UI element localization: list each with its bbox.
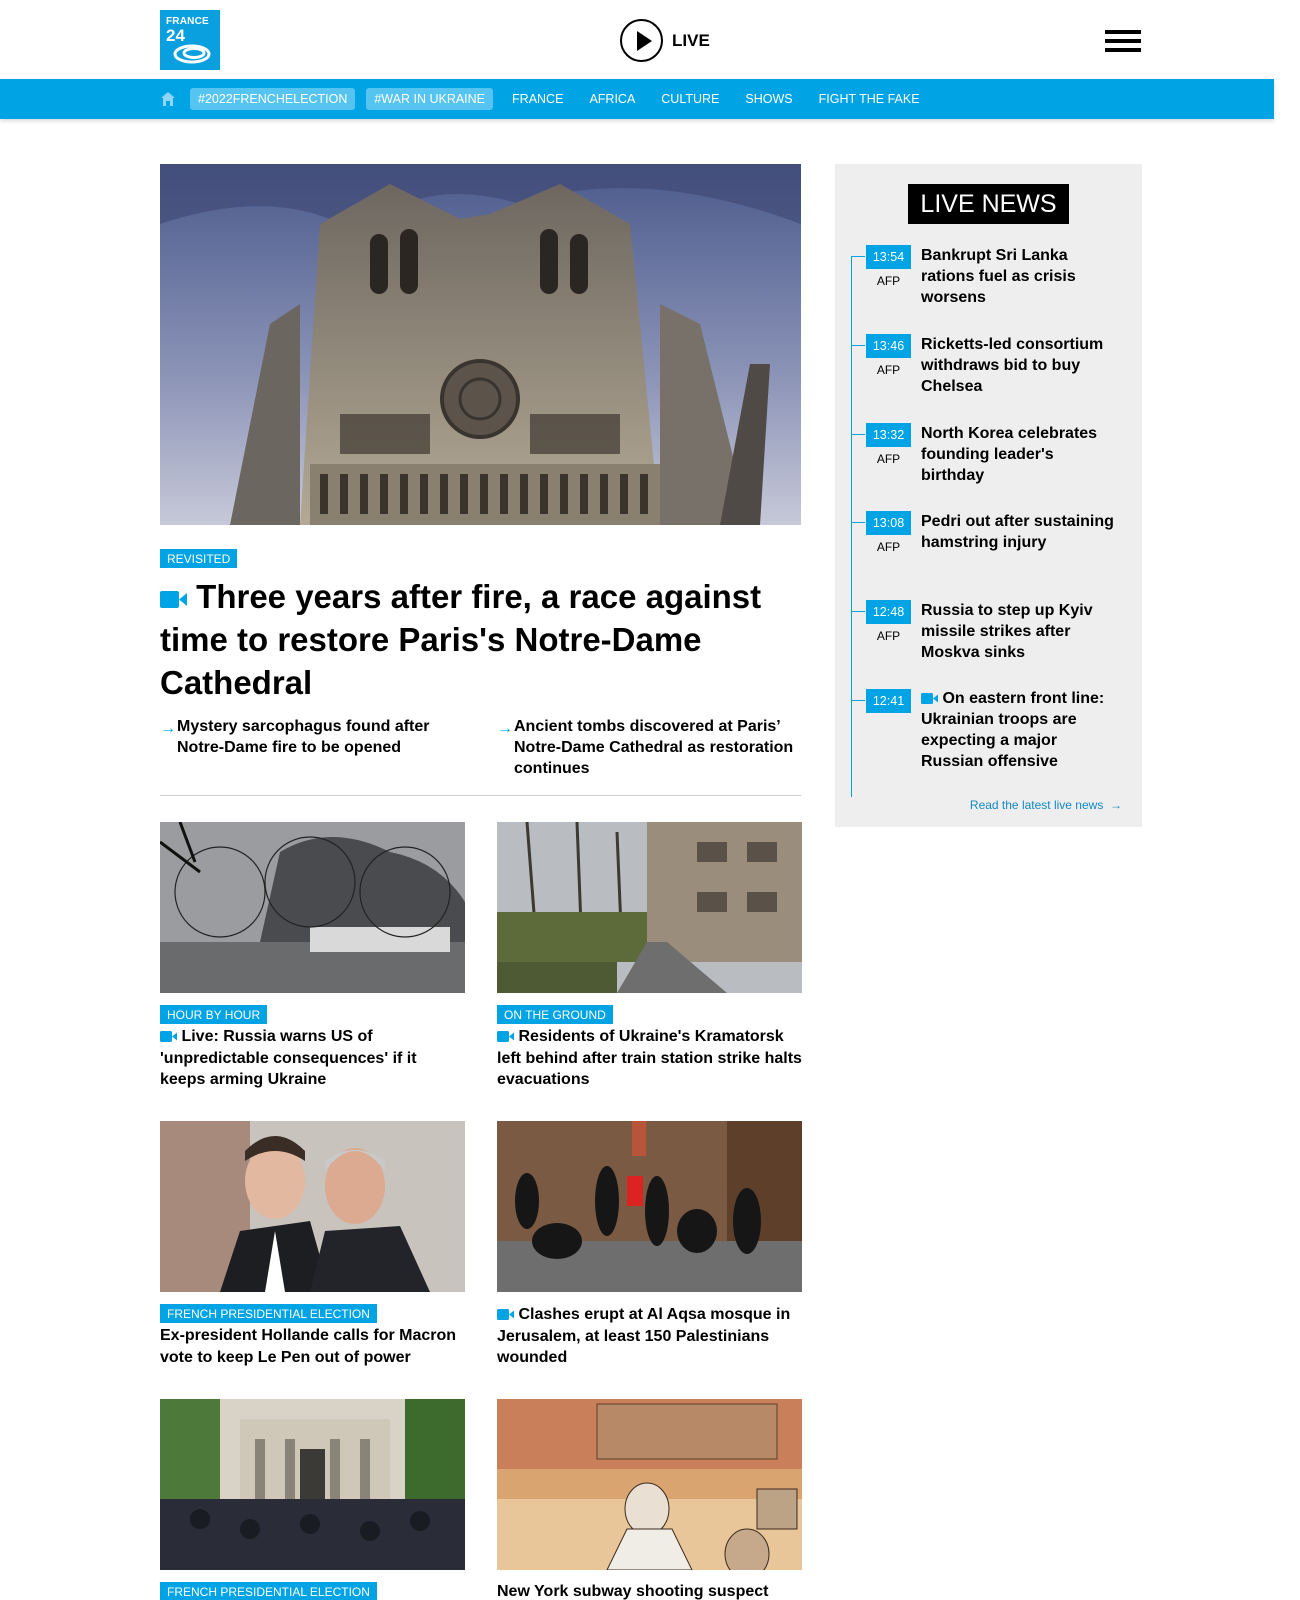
card-headline-text: Clashes erupt at Al Aqsa mosque in Jerus…	[497, 1306, 791, 1366]
nav-link-france[interactable]: FRANCE	[512, 92, 563, 106]
arrow-right-icon: →	[1106, 798, 1122, 812]
related-link-text: Mystery sarcophagus found after Notre-Da…	[177, 718, 430, 756]
live-news-time: 13:08	[866, 511, 911, 535]
read-more-label: Read the latest live news	[969, 798, 1104, 812]
nav-link-culture[interactable]: CULTURE	[661, 92, 719, 106]
hero-category-tag[interactable]: REVISITED	[160, 549, 238, 568]
live-news-source: AFP	[876, 274, 901, 288]
timeline-tick	[851, 256, 865, 257]
card-image-hollande-macron[interactable]	[160, 1121, 465, 1292]
live-news-time: 13:46	[866, 334, 911, 358]
video-icon	[497, 1309, 514, 1321]
live-news-time: 13:54	[866, 245, 911, 269]
main-nav: #2022FRENCHELECTION #WAR IN UKRAINE FRAN…	[0, 79, 1274, 119]
card-category-tag[interactable]: ON THE GROUND	[497, 1005, 613, 1024]
timeline-tick	[851, 434, 865, 435]
card-headline[interactable]: New York subway shooting suspect	[497, 1581, 802, 1600]
video-icon	[160, 590, 187, 608]
live-news-source: AFP	[876, 629, 901, 643]
live-label: LIVE	[672, 30, 710, 50]
live-news-source: AFP	[876, 452, 901, 466]
live-news-headline[interactable]: North Korea celebrates founding leader's…	[921, 423, 1121, 486]
live-news-headline[interactable]: Ricketts-led consortium withdraws bid to…	[921, 334, 1121, 397]
timeline-tick	[851, 700, 865, 701]
live-news-headline[interactable]: Pedri out after sustaining hamstring inj…	[921, 511, 1121, 553]
live-news-time: 12:41	[866, 689, 911, 713]
live-news-source: AFP	[876, 540, 901, 554]
hero-image-notre-dame[interactable]	[160, 164, 801, 525]
menu-icon[interactable]	[1105, 30, 1141, 54]
live-news-panel: LIVE NEWS 13:54 AFP Bankrupt Sri Lanka r…	[835, 164, 1142, 827]
card-headline-text: Residents of Ukraine's Kramatorsk left b…	[497, 1028, 802, 1088]
card-headline-text: Live: Russia warns US of 'unpredictable …	[160, 1028, 417, 1088]
card-headline[interactable]: Live: Russia warns US of 'unpredictable …	[160, 1026, 465, 1091]
live-news-heading: LIVE NEWS	[908, 184, 1069, 224]
card-image-kramatorsk-street[interactable]	[497, 822, 802, 993]
timeline-tick	[851, 345, 865, 346]
france24-logo[interactable]: FRANCE 24	[160, 10, 220, 70]
card-image-ukraine-smoke[interactable]	[160, 822, 465, 993]
timeline-line	[851, 257, 852, 797]
nav-pill-ukraine[interactable]: #WAR IN UKRAINE	[366, 88, 494, 110]
live-news-source: AFP	[876, 363, 901, 377]
card-category-tag[interactable]: FRENCH PRESIDENTIAL ELECTION	[160, 1304, 377, 1323]
timeline-tick	[851, 611, 865, 612]
card-headline[interactable]: Clashes erupt at Al Aqsa mosque in Jerus…	[497, 1304, 802, 1369]
live-news-headline-text: On eastern front line: Ukrainian troops …	[921, 690, 1105, 770]
nav-link-africa[interactable]: AFRICA	[589, 92, 635, 106]
live-button[interactable]: LIVE	[620, 19, 710, 62]
hero-headline-text: Three years after fire, a race against t…	[160, 578, 762, 701]
card-image-courtroom-sketch[interactable]	[497, 1399, 802, 1570]
video-icon	[497, 1031, 514, 1043]
read-latest-live-news-link[interactable]: Read the latest live news →	[970, 798, 1122, 812]
video-icon	[160, 1031, 177, 1043]
nav-link-fight-the-fake[interactable]: FIGHT THE FAKE	[819, 92, 920, 106]
card-headline[interactable]: Ex-president Hollande calls for Macron v…	[160, 1325, 465, 1368]
play-icon	[620, 19, 663, 62]
arrow-right-icon: →	[160, 720, 176, 737]
live-news-headline[interactable]: On eastern front line: Ukrainian troops …	[921, 688, 1121, 772]
card-headline-text: Ex-president Hollande calls for Macron v…	[160, 1327, 457, 1366]
live-news-headline[interactable]: Bankrupt Sri Lanka rations fuel as crisi…	[921, 245, 1121, 308]
card-category-tag[interactable]: HOUR BY HOUR	[160, 1005, 268, 1024]
card-image-al-aqsa-clashes[interactable]	[497, 1121, 802, 1292]
card-headline-text: New York subway shooting suspect	[497, 1583, 769, 1600]
nav-link-shows[interactable]: SHOWS	[745, 92, 792, 106]
video-icon	[921, 693, 938, 705]
nav-pill-election[interactable]: #2022FRENCHELECTION	[190, 88, 356, 110]
divider	[160, 795, 801, 796]
card-category-tag[interactable]: FRENCH PRESIDENTIAL ELECTION	[160, 1582, 377, 1600]
site-header: FRANCE 24 LIVE	[0, 0, 1274, 79]
home-icon[interactable]	[160, 91, 176, 112]
arrow-right-icon: →	[497, 720, 513, 737]
hero-headline[interactable]: Three years after fire, a race against t…	[160, 575, 801, 704]
live-news-headline[interactable]: Russia to step up Kyiv missile strikes a…	[921, 600, 1121, 663]
live-news-time: 12:48	[866, 600, 911, 624]
card-image-sorbonne-protest[interactable]	[160, 1399, 465, 1570]
live-news-time: 13:32	[866, 423, 911, 447]
card-headline[interactable]: Residents of Ukraine's Kramatorsk left b…	[497, 1026, 802, 1091]
logo-swirl-icon	[173, 44, 211, 64]
related-link-sarcophagus[interactable]: → Mystery sarcophagus found after Notre-…	[160, 716, 462, 758]
related-link-tombs[interactable]: → Ancient tombs discovered at Paris’ Not…	[497, 716, 804, 779]
timeline-tick	[851, 522, 865, 523]
related-link-text: Ancient tombs discovered at Paris’ Notre…	[514, 718, 794, 777]
